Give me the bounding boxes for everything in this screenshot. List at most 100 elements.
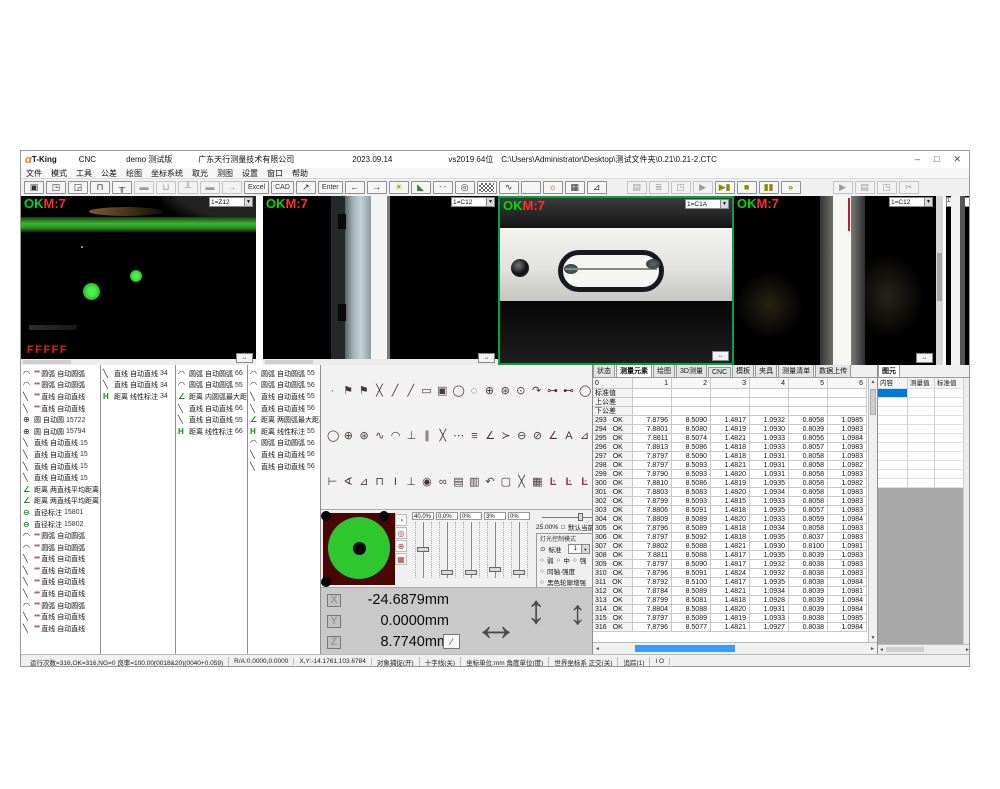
toolbar-button[interactable]: CAD xyxy=(271,181,294,194)
toolbar-button[interactable]: Enter xyxy=(318,181,343,194)
toolbar-button[interactable]: ↗ xyxy=(296,181,316,194)
toolbar-button[interactable]: ▤ xyxy=(855,181,875,194)
toolbar-button[interactable]: ◳ xyxy=(877,181,897,194)
tool-icon[interactable]: ╳ xyxy=(437,431,448,442)
element-row[interactable] xyxy=(878,398,970,407)
tab-3D测量[interactable]: 3D测量 xyxy=(676,365,707,377)
status-segment[interactable]: 运行次数=316,OK=316,NG=0 良率=100.00(0018&20)(… xyxy=(25,657,229,667)
toolbar-button[interactable]: ▤ xyxy=(627,181,647,194)
tool-icon[interactable]: Ŀ xyxy=(548,477,559,488)
tool-icon[interactable]: Ι xyxy=(390,477,401,488)
ring-light-preview[interactable] xyxy=(323,513,395,585)
toolbar-button[interactable]: ☀ xyxy=(389,181,409,194)
tool-icon[interactable]: ◉ xyxy=(422,477,433,488)
tab-CNC[interactable]: CNC xyxy=(708,367,731,377)
list-item[interactable]: ╲直线自动直线55 xyxy=(176,414,247,426)
table-row[interactable]: 293OK7.87968.50901.48171.09320.80581.098… xyxy=(593,416,877,425)
light-slider[interactable]: 3% xyxy=(484,512,506,587)
scrollbar-thumb[interactable] xyxy=(870,389,876,415)
status-segment[interactable]: 追踪(1) xyxy=(618,657,650,667)
list-item[interactable]: ╲直线自动直线56 xyxy=(248,461,320,473)
element-row[interactable] xyxy=(878,425,970,434)
radio-icon[interactable]: ○ xyxy=(540,568,544,575)
table-row[interactable]: 306OK7.87978.50921.48181.09350.80371.098… xyxy=(593,533,877,542)
level-weak-label[interactable]: 弱 xyxy=(547,555,554,565)
tool-icon[interactable]: ◯ xyxy=(453,386,464,397)
tool-icon[interactable]: ◌ xyxy=(469,386,480,397)
tab-绘图[interactable]: 绘图 xyxy=(653,365,675,377)
toolbar-button[interactable]: - - xyxy=(433,181,453,194)
element-row[interactable] xyxy=(878,416,970,425)
menu-item[interactable]: 取光 xyxy=(192,168,208,179)
menu-item[interactable]: 坐标系统 xyxy=(151,168,183,179)
toolbar-button[interactable]: ▶ xyxy=(693,181,713,194)
black-outline-radio-label[interactable]: 黑色轮廓增强 xyxy=(547,577,586,587)
list-item[interactable]: ◠***圆弧自动圆弧 xyxy=(21,380,100,392)
camera1-select[interactable]: 1=Z12▼ xyxy=(209,197,253,207)
tool-icon[interactable]: ⊙ xyxy=(516,386,527,397)
camera4-fit-button[interactable]: ↔ xyxy=(916,353,933,363)
restore-button[interactable]: □ xyxy=(934,154,939,165)
list-item[interactable]: ╲直线自动直线15 xyxy=(21,438,100,450)
list-item[interactable]: H距离线性标注34 xyxy=(101,391,175,403)
tool-icon[interactable]: ▦ xyxy=(532,477,543,488)
list-item[interactable]: ╲***直线自动直线 xyxy=(21,611,100,623)
list-item[interactable]: ╲直线自动直线15 xyxy=(21,449,100,461)
close-button[interactable]: ✕ xyxy=(953,154,961,165)
menu-item[interactable]: 窗口 xyxy=(267,168,283,179)
toolbar-button[interactable]: ✂ xyxy=(899,181,919,194)
tool-icon[interactable]: ◯ xyxy=(327,431,338,442)
level-mid-label[interactable]: 中 xyxy=(563,555,570,565)
camera3-select[interactable]: 1=C1A▼ xyxy=(685,199,729,209)
tool-icon[interactable]: ⊖ xyxy=(516,431,527,442)
toolbar-button[interactable]: ← xyxy=(345,181,365,194)
tool-icon[interactable]: ⚑ xyxy=(358,386,369,397)
table-row[interactable]: 303OK7.88068.50911.48181.09350.80571.098… xyxy=(593,506,877,515)
element-row[interactable] xyxy=(878,389,970,398)
list-item[interactable]: ◠圆弧自动圆弧56 xyxy=(248,380,320,392)
tool-icon[interactable]: ▤ xyxy=(453,477,464,488)
tool-icon[interactable]: ⊕ xyxy=(343,431,354,442)
table-row[interactable]: 308OK7.88118.50881.48171.09350.80391.098… xyxy=(593,551,877,560)
table-row[interactable]: 297OK7.87978.50901.48181.09310.80581.098… xyxy=(593,452,877,461)
scrollbar-thumb[interactable] xyxy=(886,647,924,652)
element-row[interactable] xyxy=(878,443,970,452)
list-item[interactable]: ◠圆弧自动圆弧55 xyxy=(248,368,320,380)
radio-icon[interactable]: ○ xyxy=(573,557,577,564)
tool-icon[interactable]: ↷ xyxy=(531,386,542,397)
scroll-right-icon[interactable]: ► xyxy=(965,647,970,653)
list-item[interactable]: H距离线性标注55 xyxy=(248,426,320,438)
level-strong-label[interactable]: 强 xyxy=(580,555,587,565)
status-segment[interactable]: 世界坐标系 正交(关) xyxy=(549,657,618,667)
list-item[interactable]: ╲直线自动直线34 xyxy=(101,368,175,380)
slider-track[interactable] xyxy=(463,522,480,578)
table-hscrollbar[interactable]: ◄ ► xyxy=(593,642,877,654)
toolbar-button[interactable]: ▮▮ xyxy=(759,181,779,194)
tool-icon[interactable]: ∿ xyxy=(374,431,385,442)
table-row[interactable]: 304OK7.88098.50891.48201.09330.80591.098… xyxy=(593,515,877,524)
toolbar-button[interactable]: ■ xyxy=(737,181,757,194)
minimize-button[interactable]: – xyxy=(915,154,920,165)
tool-icon[interactable]: ⊿ xyxy=(359,477,370,488)
slider-thumb[interactable] xyxy=(465,570,477,575)
coaxial-radio-label[interactable]: 同轴·强度 xyxy=(547,566,575,576)
list-item[interactable]: ╲直线自动直线15 xyxy=(21,461,100,473)
toolbar-button[interactable]: ◳ xyxy=(46,181,66,194)
table-special-row[interactable]: 下公差 xyxy=(593,407,877,416)
camera4-vscrollbar[interactable] xyxy=(936,196,943,365)
tool-icon[interactable]: ∞ xyxy=(437,477,448,488)
table-row[interactable]: 307OK7.88028.50881.48211.09300.81001.098… xyxy=(593,542,877,551)
scroll-down-icon[interactable]: ▼ xyxy=(869,635,877,641)
table-row[interactable]: 296OK7.88138.50861.48181.09330.80571.098… xyxy=(593,443,877,452)
list-item[interactable]: ◠***圆弧自动圆弧 xyxy=(21,542,100,554)
camera2-fit-button[interactable]: ↔ xyxy=(478,353,495,363)
toolbar-button[interactable]: ▶ xyxy=(833,181,853,194)
element-row[interactable] xyxy=(878,479,970,488)
element-hscrollbar[interactable]: ◄ ► xyxy=(878,644,970,654)
table-row[interactable]: 294OK7.88018.50801.48191.09300.80391.098… xyxy=(593,425,877,434)
toolbar-button[interactable]: ◣ xyxy=(411,181,431,194)
tool-icon[interactable]: ≻ xyxy=(501,431,512,442)
status-segment[interactable]: 对象捕捉(开) xyxy=(372,657,420,667)
tool-icon[interactable]: ◠ xyxy=(390,431,401,442)
slider-thumb[interactable] xyxy=(441,570,453,575)
